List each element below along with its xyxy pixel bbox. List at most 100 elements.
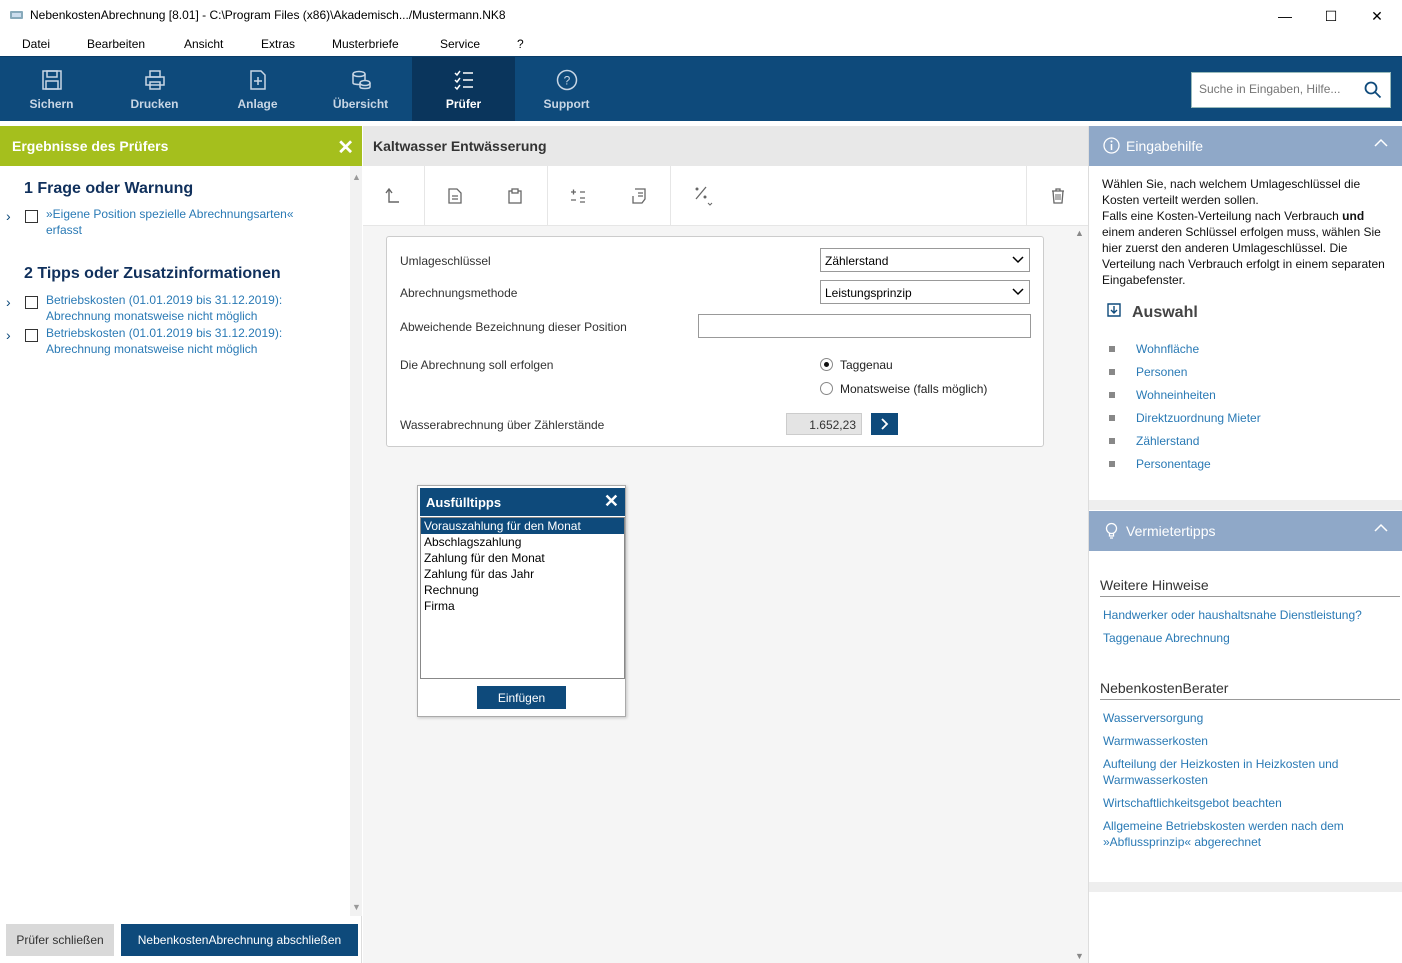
menu-musterbriefe[interactable]: Musterbriefe xyxy=(332,37,399,51)
bezeichnung-input[interactable] xyxy=(698,314,1031,338)
help-paragraph: Wählen Sie, nach welchem Umlageschlüssel… xyxy=(1102,177,1361,207)
warning-item[interactable]: › »Eigene Position spezielle Abrechnungs… xyxy=(6,206,336,240)
save-icon xyxy=(41,70,62,90)
toolbar-label: Support xyxy=(543,97,590,111)
bullet xyxy=(1109,415,1115,421)
vermietertipps-header[interactable]: Vermietertipps xyxy=(1089,511,1402,551)
toolbar-label: Übersicht xyxy=(332,97,389,111)
auswahl-link[interactable]: Zählerstand xyxy=(1136,434,1199,448)
list-item[interactable]: Zahlung für den Monat xyxy=(421,550,624,566)
checkbox[interactable] xyxy=(25,210,38,223)
auswahl-link[interactable]: Direktzuordnung Mieter xyxy=(1136,411,1261,425)
wasser-open-button[interactable] xyxy=(871,413,898,435)
finish-button[interactable]: NebenkostenAbrechnung abschließen xyxy=(121,924,358,956)
receipt-icon[interactable] xyxy=(609,166,669,226)
warning-link[interactable]: »Eigene Position spezielle Abrechnungsar… xyxy=(46,206,326,238)
menu-datei[interactable]: Datei xyxy=(22,37,50,51)
auswahl-link[interactable]: Wohnfläche xyxy=(1136,342,1199,356)
chevron-up-icon[interactable] xyxy=(1374,521,1388,535)
pruefer-close-button[interactable]: Prüfer schließen xyxy=(6,924,114,956)
toolbar-sichern-button[interactable]: Sichern xyxy=(0,57,103,121)
list-item[interactable]: Zahlung für das Jahr xyxy=(421,566,624,582)
radio-button[interactable] xyxy=(820,382,833,395)
berater-link[interactable]: Wirtschaftlichkeitsgebot beachten xyxy=(1103,795,1383,811)
chevron-right-icon[interactable]: › xyxy=(6,208,11,224)
eingabehilfe-title: Eingabehilfe xyxy=(1126,138,1204,154)
menu-ansicht[interactable]: Ansicht xyxy=(184,37,223,51)
percent-icon[interactable] xyxy=(673,166,733,226)
berater-link[interactable]: Allgemeine Betriebskosten werden nach de… xyxy=(1103,818,1373,850)
toolbar-anlage-button[interactable]: Anlage xyxy=(206,57,309,121)
close-icon[interactable]: ✕ xyxy=(337,135,354,160)
menu-service[interactable]: Service xyxy=(440,37,480,51)
menu-bar: Datei Bearbeiten Ansicht Extras Musterbr… xyxy=(0,32,1402,56)
toolbar-support-button[interactable]: ? Support xyxy=(515,57,618,121)
close-icon[interactable]: ✕ xyxy=(604,491,619,512)
tip-item[interactable]: › Betriebskosten (01.01.2019 bis 31.12.2… xyxy=(6,292,336,326)
radio-button[interactable] xyxy=(820,358,833,371)
popup-title: Ausfülltipps xyxy=(426,495,502,510)
umlage-select[interactable]: Zählerstand xyxy=(820,248,1030,272)
tip-item[interactable]: › Betriebskosten (01.01.2019 bis 31.12.2… xyxy=(6,325,336,359)
clipboard-icon[interactable] xyxy=(485,166,545,226)
vermietertipps-title: Vermietertipps xyxy=(1126,523,1216,539)
tip-link[interactable]: Betriebskosten (01.01.2019 bis 31.12.201… xyxy=(46,292,326,324)
list-item[interactable]: Firma xyxy=(421,598,624,614)
menu-extras[interactable]: Extras xyxy=(261,37,295,51)
chevron-up-icon[interactable] xyxy=(1374,136,1388,150)
trash-icon[interactable] xyxy=(1028,166,1088,226)
ausfuelltipps-popup: Ausfülltipps ✕ Vorauszahlung für den Mon… xyxy=(417,485,626,717)
svg-text:?: ? xyxy=(563,74,570,88)
eingabehilfe-header[interactable]: Eingabehilfe xyxy=(1089,126,1402,166)
checkbox[interactable] xyxy=(25,329,38,342)
move-up-icon[interactable] xyxy=(363,166,423,226)
scroll-down-icon[interactable]: ▼ xyxy=(352,902,361,912)
list-item[interactable]: Vorauszahlung für den Monat xyxy=(421,518,624,534)
berater-link[interactable]: Warmwasserkosten xyxy=(1103,733,1383,749)
auswahl-link[interactable]: Personentage xyxy=(1136,457,1211,471)
warning-line1: »Eigene Position spezielle Abrechnungsar… xyxy=(46,207,294,221)
list-item[interactable]: Abschlagszahlung xyxy=(421,534,624,550)
calculator-icon[interactable] xyxy=(548,166,608,226)
chevron-right-icon[interactable]: › xyxy=(6,327,11,343)
close-window-button[interactable]: ✕ xyxy=(1354,0,1400,32)
radio-label: Monatsweise (falls möglich) xyxy=(840,382,988,396)
warnings-heading: 1 Frage oder Warnung xyxy=(24,180,194,197)
toolbar-uebersicht-button[interactable]: Übersicht xyxy=(309,57,412,121)
wasser-label: Wasserabrechnung über Zählerstände xyxy=(400,418,605,432)
scrollbar[interactable]: ▲ ▼ xyxy=(350,166,362,916)
toolbar-pruefer-button[interactable]: Prüfer xyxy=(412,57,515,121)
download-icon xyxy=(1107,303,1121,317)
toolbar-label: Anlage xyxy=(237,97,278,111)
auswahl-link[interactable]: Personen xyxy=(1136,365,1187,379)
search-icon[interactable] xyxy=(1364,81,1382,99)
tips-heading: 2 Tipps oder Zusatzinformationen xyxy=(24,265,281,282)
berater-link[interactable]: Wasserversorgung xyxy=(1103,710,1383,726)
minimize-button[interactable]: — xyxy=(1262,0,1308,32)
document-icon[interactable] xyxy=(425,166,485,226)
tip-link[interactable]: Betriebskosten (01.01.2019 bis 31.12.201… xyxy=(46,325,326,357)
menu-bearbeiten[interactable]: Bearbeiten xyxy=(87,37,145,51)
title-bar: NebenkostenAbrechnung [8.01] - C:\Progra… xyxy=(0,0,1402,32)
chevron-right-icon[interactable]: › xyxy=(6,294,11,310)
scroll-up-icon[interactable]: ▲ xyxy=(352,172,361,182)
list-item[interactable]: Rechnung xyxy=(421,582,624,598)
menu-help[interactable]: ? xyxy=(517,37,524,51)
scroll-down-icon[interactable]: ▼ xyxy=(1075,951,1084,961)
search-input[interactable] xyxy=(1199,82,1359,96)
tip-line2: Abrechnung monatsweise nicht möglich xyxy=(46,309,258,323)
scroll-up-icon[interactable]: ▲ xyxy=(1075,228,1084,238)
hint-link[interactable]: Taggenaue Abrechnung xyxy=(1103,630,1383,646)
scrollbar[interactable]: ▲ ▼ xyxy=(1072,226,1086,963)
help-paragraph: Falls eine Kosten-Verteilung nach Verbra… xyxy=(1102,209,1343,223)
berater-link[interactable]: Aufteilung der Heizkosten in Heizkosten … xyxy=(1103,756,1368,788)
maximize-button[interactable]: ☐ xyxy=(1308,0,1354,32)
hint-link[interactable]: Handwerker oder haushaltsnahe Dienstleis… xyxy=(1103,607,1383,623)
checkbox[interactable] xyxy=(25,296,38,309)
toolbar-drucken-button[interactable]: Drucken xyxy=(103,57,206,121)
chevron-down-icon xyxy=(1012,256,1024,264)
auswahl-link[interactable]: Wohneinheiten xyxy=(1136,388,1216,402)
methode-select[interactable]: Leistungsprinzip xyxy=(820,280,1030,304)
tip-line2: Abrechnung monatsweise nicht möglich xyxy=(46,342,258,356)
einfuegen-button[interactable]: Einfügen xyxy=(477,686,566,709)
